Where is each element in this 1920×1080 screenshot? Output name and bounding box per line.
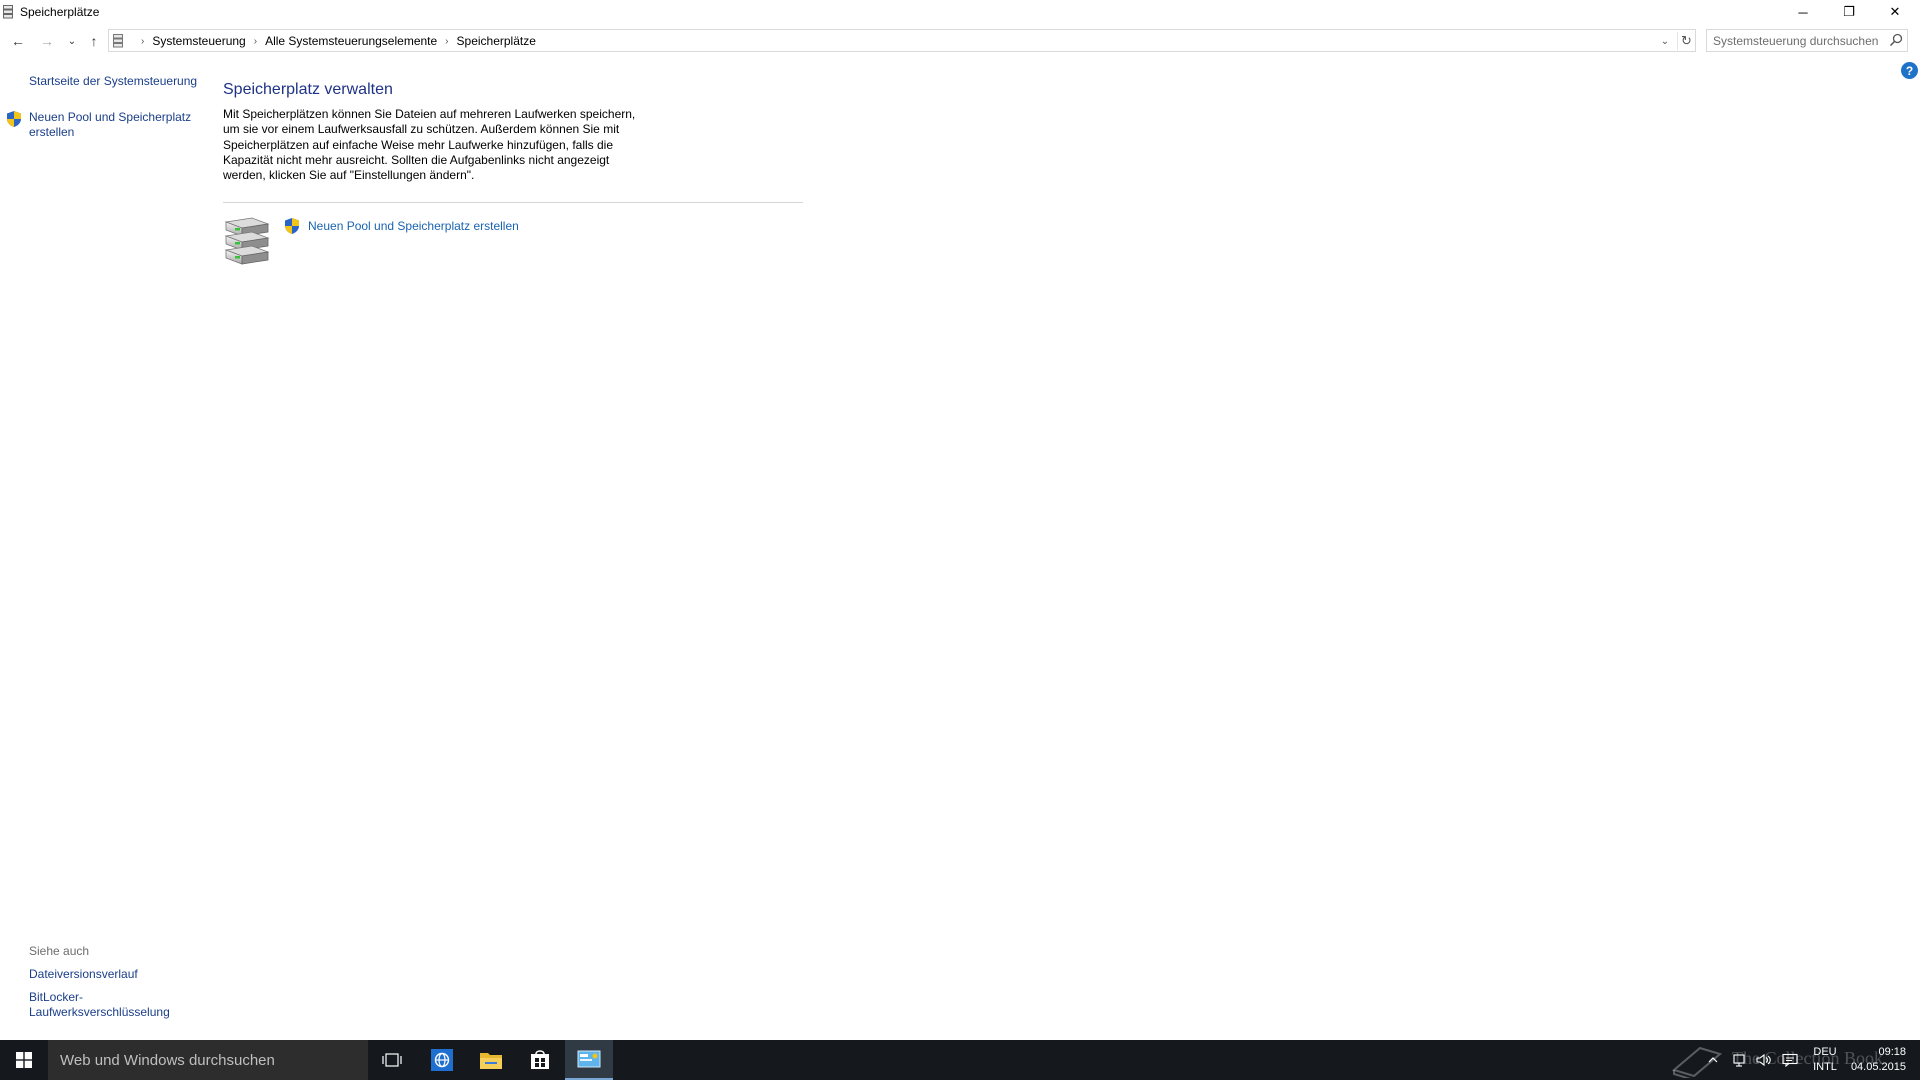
volume-icon: [1756, 1053, 1771, 1067]
breadcrumb-separator[interactable]: ›: [254, 36, 257, 47]
task-view-button[interactable]: [368, 1040, 416, 1080]
breadcrumb-separator[interactable]: ›: [141, 36, 144, 47]
message-icon: [1782, 1053, 1798, 1067]
taskbar-search-placeholder: Web und Windows durchsuchen: [60, 1052, 275, 1069]
sidebar-home-link[interactable]: Startseite der Systemsteuerung: [29, 74, 197, 89]
taskbar-explorer-button[interactable]: [467, 1040, 515, 1080]
breadcrumb-speicherplaetze[interactable]: Speicherplätze: [457, 34, 536, 48]
input-language-indicator[interactable]: DEU INTL: [1808, 1045, 1842, 1075]
storage-spaces-icon: [113, 34, 123, 48]
recent-locations-button[interactable]: ⌄: [62, 30, 82, 52]
clock-time: 09:18: [1878, 1046, 1906, 1058]
volume-tray-button[interactable]: [1754, 1040, 1774, 1080]
folder-icon: [480, 1053, 502, 1069]
minimize-button[interactable]: ─: [1780, 0, 1826, 24]
breadcrumb-alle-elemente[interactable]: Alle Systemsteuerungselemente: [265, 34, 437, 48]
breadcrumb-systemsteuerung[interactable]: Systemsteuerung: [152, 34, 245, 48]
forward-button[interactable]: →: [37, 30, 57, 52]
clock[interactable]: 09:18 04.05.2015: [1846, 1045, 1906, 1075]
task-view-icon: [382, 1053, 402, 1067]
uac-shield-icon: [7, 111, 21, 127]
language-code: DEU: [1813, 1046, 1837, 1058]
close-button[interactable]: ✕: [1872, 0, 1918, 24]
search-box[interactable]: [1706, 29, 1908, 52]
network-tray-button[interactable]: [1730, 1040, 1750, 1080]
window-title: Speicherplätze: [20, 5, 100, 19]
sidebar: Startseite der Systemsteuerung Neuen Poo…: [0, 56, 210, 1036]
keyboard-layout: INTL: [1813, 1061, 1837, 1073]
page-description: Mit Speicherplätzen können Sie Dateien a…: [223, 107, 636, 183]
search-icon[interactable]: [1889, 33, 1903, 47]
action-center-button[interactable]: [1780, 1040, 1800, 1080]
taskbar-search[interactable]: Web und Windows durchsuchen: [48, 1040, 368, 1080]
restore-button[interactable]: ❐: [1826, 0, 1872, 24]
help-button[interactable]: ?: [1901, 62, 1918, 79]
store-icon: [531, 1050, 549, 1069]
navigation-bar: ← → ⌄ ↑ › Systemsteuerung › Alle Systems…: [0, 26, 1920, 56]
storage-drives-icon: [224, 217, 270, 265]
clock-date: 04.05.2015: [1850, 1061, 1906, 1073]
show-hidden-icons-button[interactable]: [1706, 1040, 1720, 1080]
control-panel-icon: [577, 1050, 601, 1068]
back-button[interactable]: ←: [8, 30, 28, 52]
network-icon: [1733, 1054, 1745, 1067]
taskbar: Web und Windows durchsuchen The Collecti…: [0, 1040, 1920, 1080]
sidebar-create-pool-link[interactable]: Neuen Pool und Speicherplatz erstellen: [29, 110, 199, 140]
search-input[interactable]: [1713, 33, 1883, 48]
address-bar[interactable]: › Systemsteuerung › Alle Systemsteuerung…: [108, 29, 1696, 52]
windows-logo-icon: [16, 1052, 32, 1068]
internet-explorer-icon: [431, 1049, 453, 1071]
taskbar-ie-button[interactable]: [418, 1040, 466, 1080]
file-history-link[interactable]: Dateiversionsverlauf: [29, 967, 138, 982]
divider: [223, 202, 803, 203]
bitlocker-link[interactable]: BitLocker-Laufwerksverschlüsselung: [29, 990, 189, 1020]
see-also-heading: Siehe auch: [29, 944, 90, 958]
up-button[interactable]: ↑: [84, 30, 104, 52]
taskbar-control-panel-button[interactable]: [565, 1040, 613, 1080]
create-pool-link[interactable]: Neuen Pool und Speicherplatz erstellen: [308, 219, 519, 233]
start-button[interactable]: [0, 1040, 48, 1080]
breadcrumb: › Systemsteuerung › Alle Systemsteuerung…: [133, 34, 536, 48]
page-title: Speicherplatz verwalten: [223, 81, 393, 98]
uac-shield-icon: [285, 218, 299, 234]
chevron-up-icon: [1708, 1057, 1718, 1063]
storage-spaces-icon: [3, 5, 13, 19]
breadcrumb-separator[interactable]: ›: [445, 36, 448, 47]
address-dropdown-button[interactable]: ⌄: [1657, 33, 1673, 49]
refresh-button[interactable]: ↻: [1677, 32, 1695, 50]
title-bar: Speicherplätze ─ ❐ ✕: [0, 0, 1920, 24]
taskbar-store-button[interactable]: [516, 1040, 564, 1080]
